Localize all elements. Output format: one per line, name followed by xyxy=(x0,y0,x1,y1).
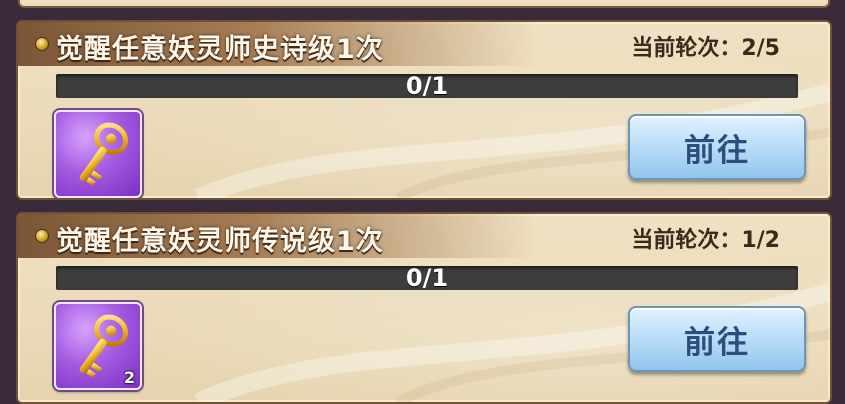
reward-quantity: 2 xyxy=(123,368,135,387)
bullet-icon xyxy=(36,38,48,50)
go-button[interactable]: 前往 xyxy=(628,306,806,372)
current-round: 当前轮次：2/5 xyxy=(631,36,780,61)
progress-text: 0/1 xyxy=(405,72,449,100)
reward-item-slot[interactable] xyxy=(54,110,142,198)
task-title: 觉醒任意妖灵师史诗级1次 xyxy=(56,34,384,65)
golden-key-icon xyxy=(79,122,128,186)
progress-bar: 0/1 xyxy=(56,264,798,292)
go-button[interactable]: 前往 xyxy=(628,114,806,180)
task-title: 觉醒任意妖灵师传说级1次 xyxy=(56,226,384,257)
reward-item-slot[interactable]: 2 xyxy=(54,302,142,390)
task-card: 觉醒任意妖灵师传说级1次 当前轮次：1/2 0/1 2 前往 xyxy=(16,212,832,404)
progress-text: 0/1 xyxy=(405,264,449,292)
task-card: 觉醒任意妖灵师史诗级1次 当前轮次：2/5 0/1 前往 xyxy=(16,20,832,200)
progress-bar: 0/1 xyxy=(56,72,798,100)
current-round: 当前轮次：1/2 xyxy=(631,228,780,253)
previous-task-card-edge xyxy=(18,0,830,8)
bullet-icon xyxy=(36,230,48,242)
